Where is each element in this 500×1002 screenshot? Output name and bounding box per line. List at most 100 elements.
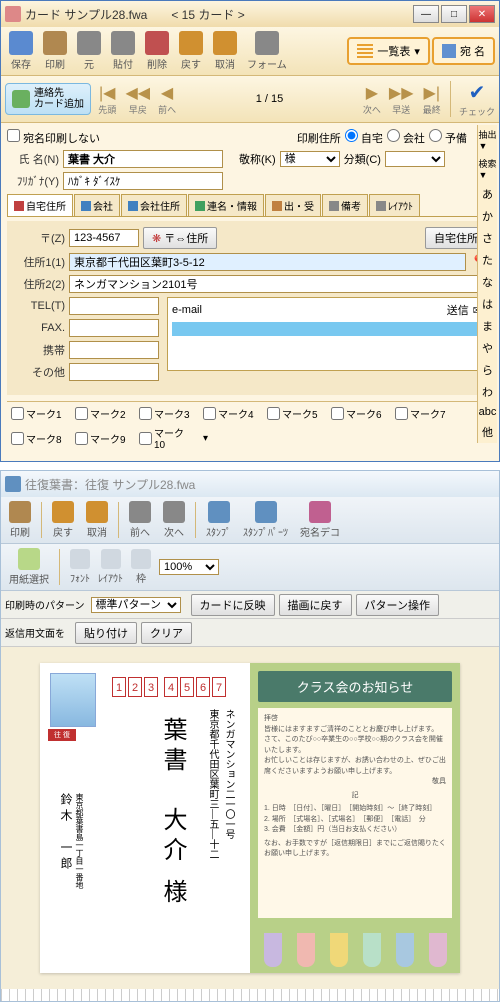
title-select[interactable]: 様	[280, 151, 340, 167]
tb2-ｽﾀﾝﾌﾟ[interactable]: ｽﾀﾝﾌﾟ	[202, 499, 235, 541]
mark-3-check[interactable]: マーク3	[139, 406, 195, 421]
view-list-button[interactable]: 一覧表▾	[347, 37, 430, 65]
nav-back[interactable]: ◀前へ	[158, 83, 176, 116]
search-button[interactable]: 検索▼	[478, 154, 496, 183]
tb2-宛名デコ[interactable]: 宛名デコ	[296, 499, 344, 541]
mark-6-check[interactable]: マーク6	[331, 406, 387, 421]
元-button[interactable]: 元	[73, 29, 105, 73]
tb2-ｽﾀﾝﾌﾟﾊﾟｰﾂ[interactable]: ｽﾀﾝﾌﾟﾊﾟｰﾂ	[239, 499, 292, 541]
mark-10-check[interactable]: マーク10	[139, 425, 195, 451]
postcard[interactable]: 往 復 1234567 東京都千代田区葉町三―五―十二 ネンガマンション二一〇一…	[40, 663, 460, 973]
tel-label: TEL(T)	[13, 300, 65, 312]
zoom-select[interactable]: 100%	[159, 559, 219, 575]
radio-office[interactable]: 会社	[387, 129, 425, 146]
保存-button[interactable]: 保存	[5, 29, 37, 73]
kana-か[interactable]: か	[482, 205, 493, 227]
view-name-button[interactable]: 宛 名	[432, 37, 495, 65]
nav-next[interactable]: ▶次へ	[363, 83, 381, 116]
fax-field[interactable]	[69, 319, 159, 337]
mobile-field[interactable]	[69, 341, 159, 359]
tb2-取消[interactable]: 取消	[82, 499, 112, 541]
kana-は[interactable]: は	[482, 293, 493, 315]
tb2-戻す[interactable]: 戻す	[48, 499, 78, 541]
nav-check[interactable]: ✔チェック	[459, 80, 495, 118]
nav-first[interactable]: |◀先頭	[97, 83, 117, 116]
contact-add-button[interactable]: 連絡先 カード追加	[5, 83, 91, 115]
tb2b-ﾌｫﾝﾄ[interactable]: ﾌｫﾝﾄ	[66, 547, 94, 587]
kana-さ[interactable]: さ	[482, 227, 493, 249]
mark-dropdown[interactable]: ▾	[203, 425, 223, 451]
email-list[interactable]	[172, 338, 482, 366]
no-print-check[interactable]: 宛名印刷しない	[7, 129, 100, 146]
kana-abc[interactable]: abc	[479, 403, 497, 421]
tb3-描画に戻す[interactable]: 描画に戻す	[279, 594, 352, 616]
tab-4[interactable]: 出・受	[265, 194, 321, 216]
kana-な[interactable]: な	[482, 271, 493, 293]
kana-た[interactable]: た	[482, 249, 493, 271]
tab-5[interactable]: 備考	[322, 194, 368, 216]
zip-3: 4	[164, 677, 178, 697]
paper-select-button[interactable]: 用紙選択	[5, 546, 53, 588]
tab-6[interactable]: ﾚｲｱｳﾄ	[369, 194, 420, 216]
addr2-field[interactable]	[69, 275, 487, 293]
nav-fwd[interactable]: ▶▶早送	[387, 83, 416, 116]
戻す-button[interactable]: 戻す	[175, 29, 207, 73]
tb3-カードに反映[interactable]: カードに反映	[191, 594, 275, 616]
tb4-貼り付け[interactable]: 貼り付け	[75, 622, 137, 644]
tab-2[interactable]: 会社住所	[121, 194, 187, 216]
mark-4-check[interactable]: マーク4	[203, 406, 259, 421]
フォーム-button[interactable]: フォーム	[243, 29, 291, 73]
addr1-field[interactable]	[69, 253, 466, 271]
pattern-select[interactable]: 標準パターン	[91, 597, 181, 613]
cat-select[interactable]	[385, 151, 445, 167]
kana-ま[interactable]: ま	[482, 315, 493, 337]
zip-field[interactable]	[69, 229, 139, 247]
maximize-button[interactable]: □	[441, 5, 467, 23]
tb4-クリア[interactable]: クリア	[141, 622, 192, 644]
other-field[interactable]	[69, 363, 159, 381]
email-select-row[interactable]	[172, 322, 482, 336]
tab-1[interactable]: 会社	[74, 194, 120, 216]
削除-button[interactable]: 削除	[141, 29, 173, 73]
印刷-button[interactable]: 印刷	[39, 29, 71, 73]
nav-prev[interactable]: ◀◀早戻	[123, 83, 152, 116]
radio-home[interactable]: 自宅	[345, 129, 383, 146]
tab-3[interactable]: 連名・情報	[188, 194, 264, 216]
kana-ら[interactable]: ら	[482, 359, 493, 381]
tel-field[interactable]	[69, 297, 159, 315]
card-window: カード サンプル28.fwa < 15 カード > — □ ✕ 保存印刷元貼付削…	[0, 0, 500, 462]
name-field[interactable]	[63, 150, 223, 168]
tb2b-枠[interactable]: 枠	[127, 547, 155, 587]
postcard-message-side: クラス会のお知らせ 拝啓 皆様にはますますご清祥のこととお慶び申し上げます。 さ…	[250, 663, 460, 973]
minimize-button[interactable]: —	[413, 5, 439, 23]
tab-0[interactable]: 自宅住所	[7, 194, 73, 216]
zip-lookup-button[interactable]: ❋ 〒⇔住所	[143, 227, 217, 249]
tb2-印刷[interactable]: 印刷	[5, 499, 35, 541]
tb2-次へ[interactable]: 次へ	[159, 499, 189, 541]
貼付-button[interactable]: 貼付	[107, 29, 139, 73]
mark-2-check[interactable]: マーク2	[75, 406, 131, 421]
tb3-パターン操作[interactable]: パターン操作	[356, 594, 439, 616]
close-button[interactable]: ✕	[469, 5, 495, 23]
取消-button[interactable]: 取消	[209, 29, 241, 73]
titlebar2: 往復葉書：往復 サンプル28.fwa	[1, 471, 499, 497]
extract-button[interactable]: 抽出▼	[478, 125, 496, 154]
tb2b-ﾚｲｱｳﾄ[interactable]: ﾚｲｱｳﾄ	[94, 547, 127, 587]
cat-label: 分類(C)	[344, 151, 381, 167]
mark-5-check[interactable]: マーク5	[267, 406, 323, 421]
kana-他[interactable]: 他	[482, 421, 493, 443]
pc-recipient: 葉書 大介 様	[155, 717, 190, 909]
mark-8-check[interactable]: マーク8	[11, 425, 67, 451]
tb2-前へ[interactable]: 前へ	[125, 499, 155, 541]
kana-や[interactable]: や	[482, 337, 493, 359]
mark-7-check[interactable]: マーク7	[395, 406, 451, 421]
furi-field[interactable]	[63, 172, 223, 190]
mark-1-check[interactable]: マーク1	[11, 406, 67, 421]
mark-9-check[interactable]: マーク9	[75, 425, 131, 451]
radio-reserve[interactable]: 予備	[429, 129, 467, 146]
nav-last[interactable]: ▶|最終	[422, 83, 442, 116]
zip-label: 〒(Z)	[13, 230, 65, 246]
toolbar-3: 印刷時のパターン 標準パターン カードに反映描画に戻すパターン操作	[1, 591, 499, 619]
kana-わ[interactable]: わ	[482, 381, 493, 403]
kana-あ[interactable]: あ	[482, 183, 493, 205]
